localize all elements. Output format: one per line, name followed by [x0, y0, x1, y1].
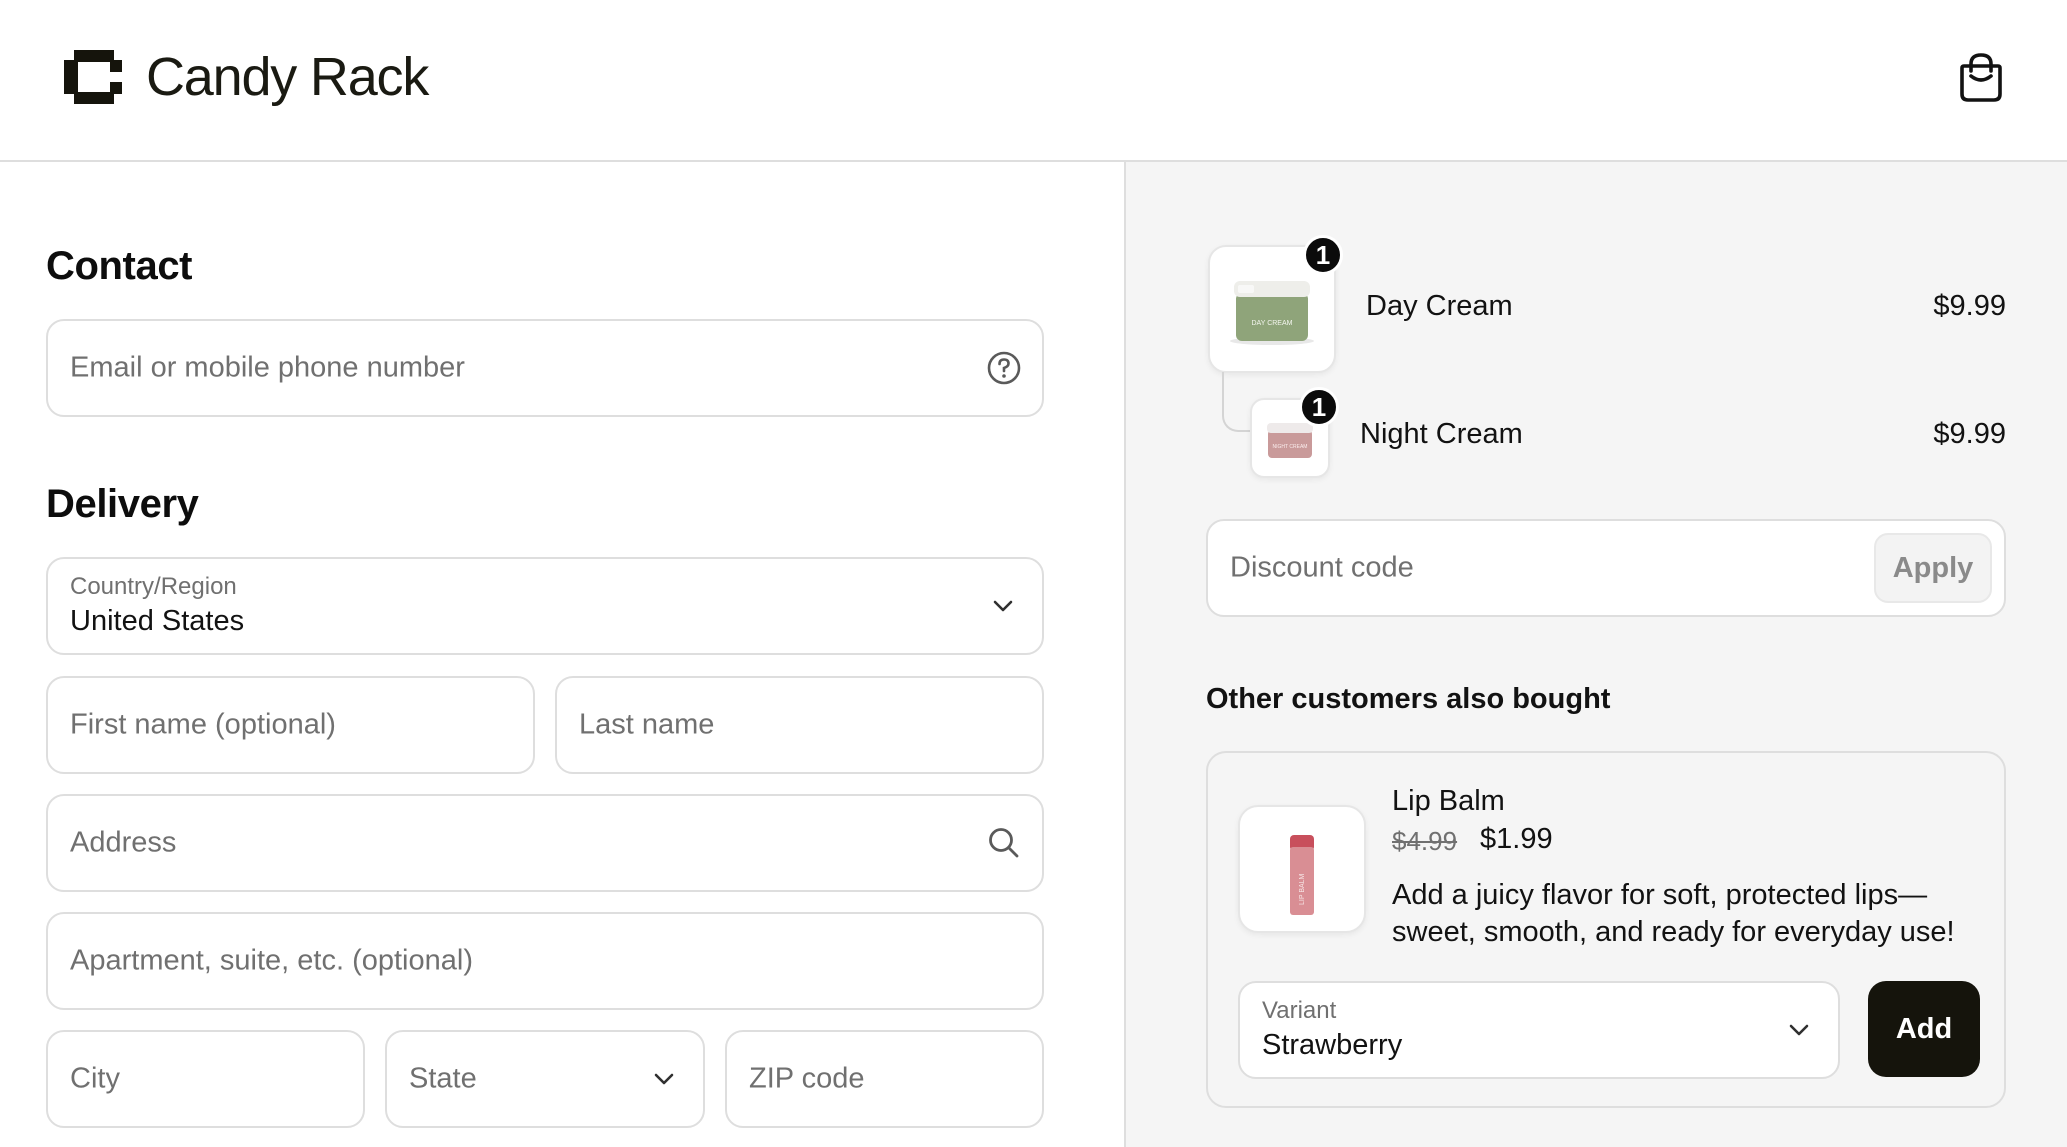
state-placeholder: State: [409, 1062, 477, 1095]
day-cream-label: DAY CREAM: [1252, 320, 1293, 327]
upsell-original-price: $4.99: [1392, 826, 1458, 856]
first-name-field[interactable]: First name (optional): [46, 676, 535, 774]
quantity-badge: 1: [1303, 235, 1343, 275]
country-label: Country/Region: [70, 573, 237, 600]
site-header: Candy Rack: [0, 0, 2067, 162]
email-placeholder: Email or mobile phone number: [70, 351, 465, 384]
chevron-down-icon: [654, 1073, 674, 1085]
country-value: United States: [70, 605, 245, 637]
lip-balm-label: LIP BALM: [1299, 873, 1306, 905]
apartment-field[interactable]: Apartment, suite, etc. (optional): [46, 912, 1044, 1010]
state-select[interactable]: State: [385, 1030, 705, 1128]
zip-field[interactable]: ZIP code: [725, 1030, 1044, 1128]
delivery-heading: Delivery: [46, 482, 199, 526]
upsell-sale-price: $1.99: [1480, 823, 1553, 855]
cart-item-name: Night Cream: [1360, 418, 1523, 450]
bundle-connector: [1222, 372, 1250, 432]
zip-placeholder: ZIP code: [749, 1062, 865, 1095]
address-placeholder: Address: [70, 826, 177, 859]
contact-heading: Contact: [46, 244, 193, 288]
city-placeholder: City: [70, 1062, 120, 1095]
last-name-field[interactable]: Last name: [555, 676, 1044, 774]
upsell-card: LIP BALM Lip Balm $4.99 $1.99 Add a juic…: [1206, 751, 2006, 1108]
brand-name: Candy Rack: [146, 47, 429, 107]
apartment-placeholder: Apartment, suite, etc. (optional): [70, 944, 473, 977]
night-cream-label: NIGHT CREAM: [1273, 444, 1308, 450]
variant-label: Variant: [1262, 997, 1337, 1024]
cart-item-price: $9.99: [1933, 418, 2006, 450]
upsell-product-name: Lip Balm: [1392, 785, 1505, 817]
help-circle-icon[interactable]: [986, 350, 1022, 386]
candy-rack-logo-icon: [64, 50, 122, 104]
brand-logo[interactable]: Candy Rack: [60, 46, 429, 108]
discount-placeholder: Discount code: [1230, 551, 1414, 584]
variant-value: Strawberry: [1262, 1029, 1403, 1061]
last-name-placeholder: Last name: [579, 708, 715, 741]
variant-select[interactable]: Variant Strawberry: [1238, 981, 1840, 1079]
search-icon: [989, 828, 1019, 858]
checkout-form-column: Contact Email or mobile phone number Del…: [0, 162, 1124, 1147]
discount-code-field[interactable]: Discount code Apply: [1206, 519, 2006, 617]
address-field[interactable]: Address: [46, 794, 1044, 892]
country-select[interactable]: Country/Region United States: [46, 557, 1044, 655]
email-field[interactable]: Email or mobile phone number: [46, 319, 1044, 417]
upsell-heading: Other customers also bought: [1206, 683, 1611, 715]
chevron-down-icon: [1789, 1024, 1809, 1036]
city-field[interactable]: City: [46, 1030, 365, 1128]
first-name-placeholder: First name (optional): [70, 708, 336, 741]
upsell-description: Add a juicy flavor for soft, protected l…: [1392, 879, 1955, 948]
cart-item-name: Day Cream: [1366, 290, 1513, 322]
quantity-badge: 1: [1299, 387, 1339, 427]
apply-discount-button[interactable]: Apply: [1874, 533, 1992, 603]
chevron-down-icon: [993, 600, 1013, 612]
cart-item-price: $9.99: [1933, 290, 2006, 322]
lip-balm-thumbnail: LIP BALM: [1238, 805, 1366, 933]
add-upsell-button[interactable]: Add: [1868, 981, 1980, 1077]
cart-button[interactable]: [1956, 52, 2006, 104]
shopping-bag-icon: [1960, 53, 2002, 102]
lip-balm-tube-icon: LIP BALM: [1290, 835, 1314, 915]
